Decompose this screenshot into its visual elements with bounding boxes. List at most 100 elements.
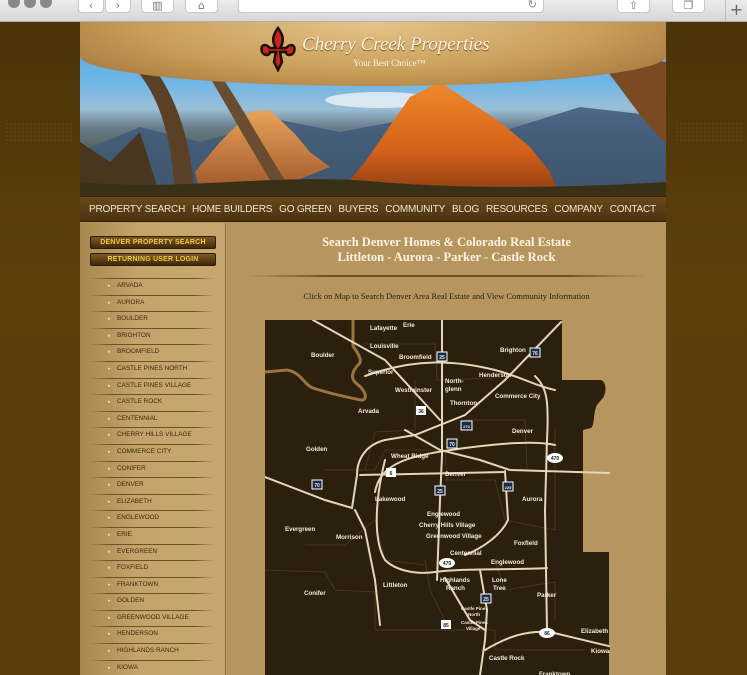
map-svg[interactable]: 25 76 36 270 70 6 70 225 25 470 470 25 8… bbox=[265, 320, 610, 675]
map-label-denver[interactable]: Denver bbox=[445, 471, 467, 478]
bullet-arrow-icon: ▸ bbox=[108, 648, 111, 655]
map-label-evergreen[interactable]: Evergreen bbox=[285, 526, 315, 533]
home-button[interactable]: ⌂ bbox=[185, 0, 218, 13]
new-tab-button[interactable]: + bbox=[725, 0, 747, 22]
forward-button[interactable]: › bbox=[105, 0, 131, 13]
nav-resources[interactable]: RESOURCES bbox=[486, 204, 548, 215]
map-label-englewood[interactable]: Englewood bbox=[427, 511, 460, 518]
sidebar-city-link[interactable]: ▸ EVERGREEN bbox=[80, 543, 226, 561]
page-title: Search Denver Homes & Colorado Real Esta… bbox=[322, 235, 571, 249]
sidebar-city-link[interactable]: ▸ ERIE bbox=[80, 526, 226, 544]
close-window-button[interactable] bbox=[8, 0, 20, 8]
map-label-arvada[interactable]: Arvada bbox=[358, 408, 380, 415]
sidebar-city-link[interactable]: ▸ COMMERCE CITY bbox=[80, 443, 226, 461]
city-label: BRIGHTON bbox=[117, 331, 151, 339]
city-label: CHERRY HILLS VILLAGE bbox=[117, 431, 192, 439]
map-label-commerce-city[interactable]: Commerce City bbox=[495, 393, 541, 400]
sidebar-city-link[interactable]: ▸ CHERRY HILLS VILLAGE bbox=[80, 427, 226, 444]
sidebar-city-link[interactable]: ▸ GREENWOOD VILLAGE bbox=[80, 609, 226, 627]
map-label-littleton[interactable]: Littleton bbox=[383, 582, 408, 589]
map-label-castle-pines-village-2[interactable]: Village bbox=[466, 626, 481, 631]
sidebar-city-link[interactable]: ▸ AURORA bbox=[80, 294, 226, 312]
bullet-arrow-icon: ▸ bbox=[108, 465, 111, 472]
map-label-centennial[interactable]: Centennial bbox=[450, 550, 482, 557]
sidebar-city-link[interactable]: ▸ ARVADA bbox=[80, 278, 226, 295]
nav-buyers[interactable]: BUYERS bbox=[338, 204, 378, 215]
sidebar-city-link[interactable]: ▸ BOULDER bbox=[80, 311, 226, 328]
map-label-aurora[interactable]: Aurora bbox=[522, 496, 543, 503]
map-label-castle-rock[interactable]: Castle Rock bbox=[489, 655, 525, 662]
sidebar-city-link[interactable]: ▸ FRANKTOWN bbox=[80, 576, 226, 594]
denver-area-map[interactable]: 25 76 36 270 70 6 70 225 25 470 470 25 8… bbox=[265, 320, 610, 675]
sidebar-button[interactable]: ▥ bbox=[141, 0, 174, 13]
map-label-morrison[interactable]: Morrison bbox=[336, 534, 363, 541]
nav-community[interactable]: COMMUNITY bbox=[385, 204, 445, 215]
map-label-conifer[interactable]: Conifer bbox=[304, 590, 326, 597]
sidebar-city-link[interactable]: ▸ GOLDEN bbox=[80, 593, 226, 610]
sidebar-city-link[interactable]: ▸ DENVER bbox=[80, 477, 226, 494]
map-label-elizabeth[interactable]: Elizabeth bbox=[581, 628, 608, 635]
sidebar-city-link[interactable]: ▸ CASTLE PINES NORTH bbox=[80, 360, 226, 378]
map-label-lone-tree-2[interactable]: Tree bbox=[493, 585, 506, 592]
map-label-erie[interactable]: Erie bbox=[403, 322, 415, 329]
map-label-lafayette[interactable]: Lafayette bbox=[370, 325, 398, 332]
map-label-northglenn[interactable]: North- bbox=[445, 378, 464, 385]
sidebar-city-link[interactable]: ▸ HENDERSON bbox=[80, 626, 226, 643]
nav-go-green[interactable]: GO GREEN bbox=[279, 204, 331, 215]
map-label-castle-pines-north[interactable]: Castle Pines bbox=[461, 606, 488, 611]
minimize-window-button[interactable] bbox=[24, 0, 36, 8]
map-label-thornton[interactable]: Thornton bbox=[450, 400, 477, 407]
shield-us6: 6 bbox=[386, 468, 396, 477]
map-label-broomfield[interactable]: Broomfield bbox=[399, 354, 432, 361]
sidebar-city-link[interactable]: ▸ ELIZABETH bbox=[80, 493, 226, 511]
nav-blog[interactable]: BLOG bbox=[452, 204, 479, 215]
share-button[interactable]: ⇧ bbox=[617, 0, 650, 13]
map-label-franktown[interactable]: Franktown bbox=[539, 671, 571, 675]
map-label-westminster[interactable]: Westminster bbox=[395, 387, 433, 394]
returning-user-login-button[interactable]: RETURNING USER LOGIN bbox=[90, 253, 216, 266]
sidebar-city-link[interactable]: ▸ CASTLE PINES VILLAGE bbox=[80, 377, 226, 395]
sidebar-city-link[interactable]: ▸ CASTLE ROCK bbox=[80, 394, 226, 411]
map-label-castle-pines-north-2[interactable]: North bbox=[468, 612, 480, 617]
nav-property-search[interactable]: PROPERTY SEARCH bbox=[89, 204, 185, 215]
sidebar-city-link[interactable]: ▸ FOXFIELD bbox=[80, 560, 226, 577]
map-label-castle-pines-village[interactable]: Castle Pines bbox=[461, 620, 488, 625]
map-label-greenwood-village[interactable]: Greenwood Village bbox=[426, 533, 482, 540]
sidebar-city-link[interactable]: ▸ CENTENNIAL bbox=[80, 410, 226, 428]
zoom-window-button[interactable] bbox=[40, 0, 52, 8]
map-label-brighton[interactable]: Brighton bbox=[500, 347, 526, 354]
map-label-englewood-2[interactable]: Englewood bbox=[491, 559, 524, 566]
map-label-parker[interactable]: Parker bbox=[537, 592, 557, 599]
map-label-kiowa[interactable]: Kiowa bbox=[591, 648, 610, 655]
address-bar[interactable]: ↻ bbox=[238, 0, 544, 13]
map-label-cherry-hills-village[interactable]: Cherry Hills Village bbox=[419, 522, 476, 529]
map-label-golden[interactable]: Golden bbox=[306, 446, 328, 453]
map-label-highlands-ranch-2[interactable]: Ranch bbox=[446, 585, 465, 592]
sidebar-city-link[interactable]: ▸ CONIFER bbox=[80, 460, 226, 478]
sidebar-city-link[interactable]: ▸ KIOWA bbox=[80, 659, 226, 675]
map-label-henderson[interactable]: Henderson bbox=[479, 372, 512, 379]
map-label-lone-tree[interactable]: Lone bbox=[492, 577, 507, 584]
city-list: ▸ ARVADA ▸ AURORA ▸ BOULDER ▸ BRIGHTON ▸ BROOMFIE… bbox=[80, 278, 226, 675]
map-label-louisville[interactable]: Louisville bbox=[370, 343, 399, 350]
nav-contact[interactable]: CONTACT bbox=[610, 204, 656, 215]
show-tabs-button[interactable]: ❐ bbox=[672, 0, 705, 13]
nav-company[interactable]: COMPANY bbox=[554, 204, 603, 215]
map-label-foxfield[interactable]: Foxfield bbox=[514, 540, 538, 547]
sidebar-city-link[interactable]: ▸ ENGLEWOOD bbox=[80, 510, 226, 527]
denver-property-search-button[interactable]: DENVER PROPERTY SEARCH bbox=[90, 236, 216, 249]
site-logo[interactable]: Cherry Creek Properties Your Best Choice… bbox=[258, 26, 490, 74]
map-label-wheat-ridge[interactable]: Wheat Ridge bbox=[391, 453, 429, 460]
back-button[interactable]: ‹ bbox=[78, 0, 104, 13]
map-label-lakewood[interactable]: Lakewood bbox=[375, 496, 405, 503]
nav-home-builders[interactable]: HOME BUILDERS bbox=[192, 204, 272, 215]
map-label-denver-north[interactable]: Denver bbox=[512, 428, 534, 435]
sidebar-city-link[interactable]: ▸ BROOMFIELD bbox=[80, 344, 226, 361]
map-label-boulder[interactable]: Boulder bbox=[311, 352, 335, 359]
map-label-northglenn-2[interactable]: glenn bbox=[445, 386, 462, 393]
map-label-superior[interactable]: Superior bbox=[368, 369, 394, 376]
sidebar-city-link[interactable]: ▸ BRIGHTON bbox=[80, 327, 226, 345]
reload-icon[interactable]: ↻ bbox=[528, 0, 537, 11]
sidebar-city-link[interactable]: ▸ HIGHLANDS RANCH bbox=[80, 643, 226, 660]
map-label-highlands-ranch[interactable]: Highlands bbox=[440, 577, 470, 584]
